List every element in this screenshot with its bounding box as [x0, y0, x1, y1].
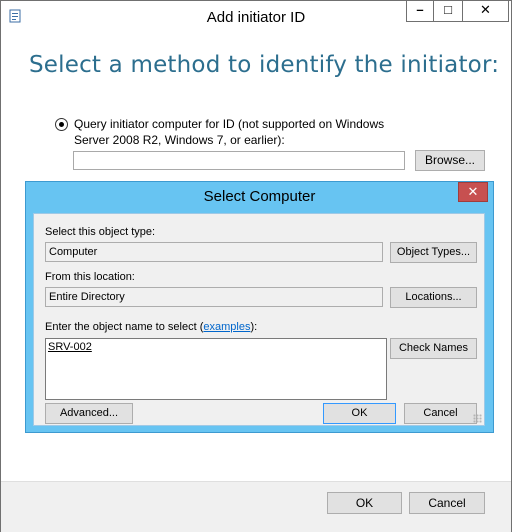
title-bar: Add initiator ID – □ ✕ [1, 1, 511, 32]
select-computer-title: Select Computer [203, 188, 316, 205]
initiator-id-input[interactable] [73, 151, 405, 170]
close-icon: ✕ [480, 2, 491, 17]
object-name-label: Enter the object name to select (example… [45, 321, 257, 333]
locations-button[interactable]: Locations... [390, 287, 477, 308]
maximize-icon: □ [444, 2, 452, 17]
query-radio-label: Query initiator computer for ID (not sup… [74, 117, 385, 147]
cancel-button[interactable]: Cancel [409, 492, 485, 514]
minimize-button[interactable]: – [406, 1, 434, 22]
location-field: Entire Directory [45, 287, 383, 307]
select-computer-dialog: Select Computer ✕ Select this object typ… [25, 181, 494, 433]
resize-grip[interactable] [473, 414, 482, 423]
examples-link[interactable]: examples [203, 321, 250, 333]
query-radio[interactable] [55, 118, 68, 131]
advanced-button[interactable]: Advanced... [45, 403, 133, 424]
select-computer-close-button[interactable]: ✕ [458, 182, 488, 202]
close-icon: ✕ [467, 184, 479, 199]
select-computer-ok-button[interactable]: OK [323, 403, 396, 424]
object-types-button[interactable]: Object Types... [390, 242, 477, 263]
page-heading: Select a method to identify the initiato… [29, 52, 500, 78]
browse-button[interactable]: Browse... [415, 150, 485, 171]
object-type-label: Select this object type: [45, 226, 156, 238]
maximize-button[interactable]: □ [433, 1, 463, 22]
object-type-field: Computer [45, 242, 383, 262]
object-name-input[interactable]: SRV-002 [45, 338, 387, 400]
select-computer-body: Select this object type: Computer Object… [33, 213, 485, 426]
button-strip: OK Cancel [1, 481, 511, 532]
object-name-label-suffix: ): [250, 321, 258, 333]
select-computer-cancel-button[interactable]: Cancel [404, 403, 477, 424]
minimize-icon: – [416, 2, 424, 17]
ok-button[interactable]: OK [327, 492, 402, 514]
location-label: From this location: [45, 271, 135, 283]
object-name-label-prefix: Enter the object name to select ( [45, 321, 204, 333]
check-names-button[interactable]: Check Names [390, 338, 477, 359]
close-button[interactable]: ✕ [462, 1, 509, 22]
object-name-value: SRV-002 [48, 341, 92, 353]
